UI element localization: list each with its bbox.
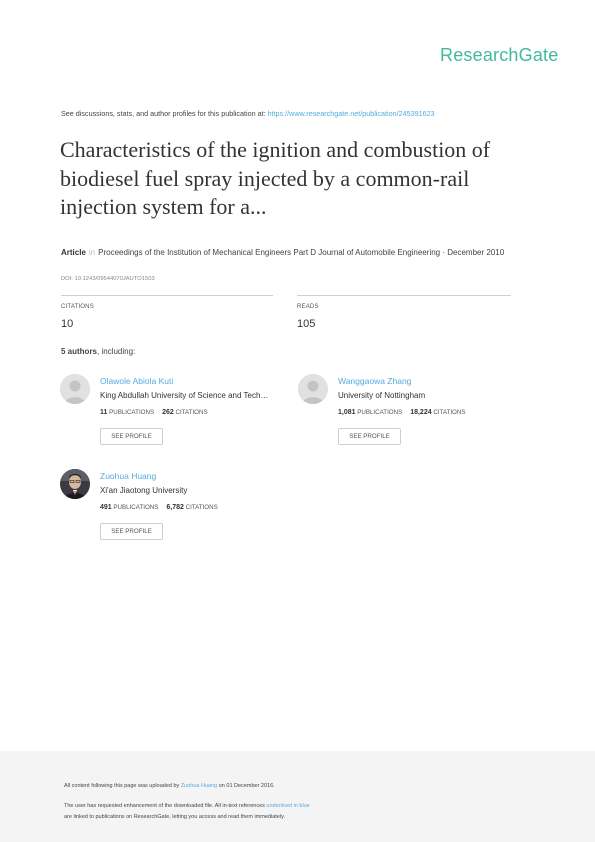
citations-label: CITATIONS <box>185 504 218 511</box>
author-name-link[interactable]: Olawole Abiola Kuti <box>100 376 173 386</box>
author-card: Olawole Abiola Kuti King Abdullah Univer… <box>60 374 300 454</box>
placeholder-avatar-icon[interactable] <box>298 374 328 404</box>
meta-separator: in <box>88 248 96 257</box>
article-type: Article <box>61 248 86 257</box>
authors-heading: 5 authors, including: <box>61 347 135 356</box>
publications-label: PUBLICATIONS <box>109 409 155 416</box>
author-institution: King Abdullah University of Science and … <box>100 391 269 400</box>
author-name-link[interactable]: Wanggaowa Zhang <box>338 376 411 386</box>
upload-suffix: on 01 December 2016. <box>218 783 275 789</box>
see-profile-button[interactable]: SEE PROFILE <box>338 428 401 445</box>
publications-label: PUBLICATIONS <box>113 504 159 511</box>
enhancement-prefix: The user has requested enhancement of th… <box>64 803 265 809</box>
citations-value: 10 <box>61 318 74 330</box>
see-profile-button[interactable]: SEE PROFILE <box>100 523 163 540</box>
authors-heading-suffix: , including: <box>97 347 136 356</box>
discussion-line: See discussions, stats, and author profi… <box>61 109 435 118</box>
citations-count: 18,224 <box>410 409 432 416</box>
photo-avatar[interactable] <box>60 469 90 499</box>
citations-count: 6,782 <box>166 504 184 511</box>
discussion-prefix: See discussions, stats, and author profi… <box>61 109 266 118</box>
publications-count: 491 <box>100 504 112 511</box>
enhancement-note-continued: are linked to publications on ResearchGa… <box>64 814 285 820</box>
underlined-link-text: underlined in blue <box>266 803 310 809</box>
uploader-link[interactable]: Zuohua Huang <box>181 783 217 789</box>
doi: DOI: 10.1243/09544070JAUTO1503 <box>61 276 155 282</box>
citations-count: 262 <box>162 409 174 416</box>
enhancement-note: The user has requested enhancement of th… <box>64 803 310 809</box>
publications-count: 11 <box>100 409 108 416</box>
journal-name: Proceedings of the Institution of Mechan… <box>98 248 505 257</box>
author-stats: 491 PUBLICATIONS 6,782 CITATIONS <box>100 504 218 511</box>
author-stats: 1,081 PUBLICATIONS 18,224 CITATIONS <box>338 409 465 416</box>
citations-divider <box>61 295 273 296</box>
footer-panel <box>0 751 595 842</box>
author-institution: Xi'an Jiaotong University <box>100 486 188 495</box>
reads-value: 105 <box>297 318 316 330</box>
researchgate-logo[interactable]: ResearchGate <box>440 45 558 66</box>
paper-title[interactable]: Characteristics of the ignition and comb… <box>60 136 540 222</box>
reads-label: READS <box>297 304 319 310</box>
citations-label: CITATIONS <box>61 304 94 310</box>
publications-count: 1,081 <box>338 409 356 416</box>
author-name-link[interactable]: Zuohua Huang <box>100 471 156 481</box>
upload-prefix: All content following this page was uplo… <box>64 783 180 789</box>
author-card: Zuohua Huang Xi'an Jiaotong University 4… <box>60 469 300 549</box>
publications-label: PUBLICATIONS <box>357 409 403 416</box>
citations-label: CITATIONS <box>175 409 208 416</box>
see-profile-button[interactable]: SEE PROFILE <box>100 428 163 445</box>
upload-note: All content following this page was uplo… <box>64 783 275 789</box>
publication-meta: Article in Proceedings of the Institution … <box>61 247 531 258</box>
authors-count: 5 authors <box>61 347 98 356</box>
placeholder-avatar-icon[interactable] <box>60 374 90 404</box>
reads-divider <box>297 295 511 296</box>
author-stats: 11 PUBLICATIONS 262 CITATIONS <box>100 409 208 416</box>
publication-url-link[interactable]: https://www.researchgate.net/publication… <box>268 109 435 118</box>
author-institution: University of Nottingham <box>338 391 426 400</box>
author-card: Wanggaowa Zhang University of Nottingham… <box>298 374 538 454</box>
citations-label: CITATIONS <box>433 409 466 416</box>
